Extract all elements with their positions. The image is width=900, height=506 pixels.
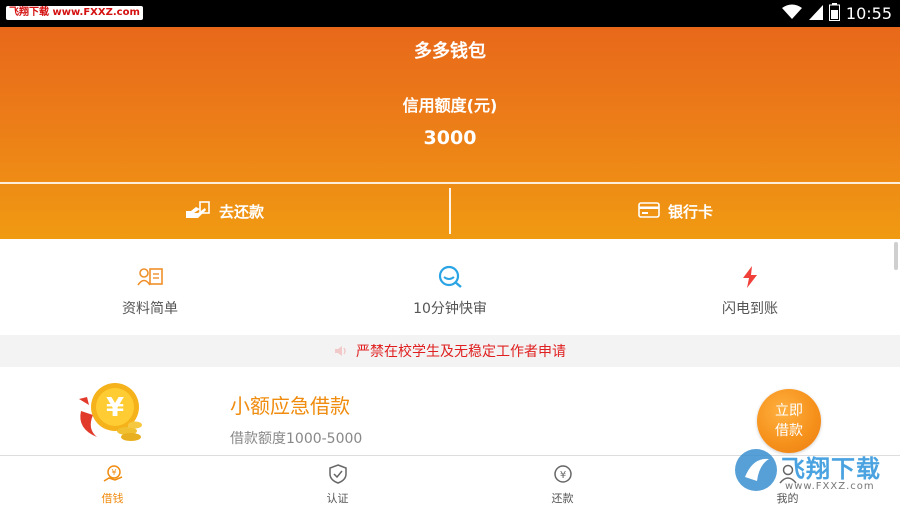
profile-card-icon [137,262,163,292]
svg-text:¥: ¥ [111,468,116,477]
notice-bar: 严禁在校学生及无稳定工作者申请 [0,335,900,367]
watermark-text: 飞翔下载 [781,455,881,483]
nav-repay[interactable]: ¥ 还款 [450,456,675,506]
wallet-header: 多多钱包 信用额度(元) 3000 去还款 银行卡 [0,27,900,239]
feature-label: 资料简单 [122,301,178,317]
nav-verify[interactable]: 认证 [225,456,450,506]
nav-label: 还款 [551,492,574,505]
credit-value: 3000 [423,127,477,149]
credit-label: 信用额度(元) [402,96,498,115]
repay-icon [185,200,211,223]
borrow-now-button[interactable]: 立即借款 [757,389,821,453]
watermark-url: www.FXXZ.com [785,481,875,492]
notice-text: 严禁在校学生及无稳定工作者申请 [356,344,566,360]
bank-card-icon [638,201,660,222]
repay-button[interactable]: 去还款 [0,184,449,239]
wifi-icon [781,4,803,24]
speaker-icon [334,342,348,361]
loan-card[interactable]: ¥ 小额应急借款 借款额度1000-5000 立即借款 [0,368,900,455]
bank-card-label: 银行卡 [667,203,713,221]
watermark-logo-icon [735,449,777,491]
borrow-icon: ¥ [103,464,123,484]
battery-icon [828,2,840,25]
quick-review-icon [437,262,463,292]
status-time: 10:55 [845,4,892,23]
nav-label: 认证 [326,492,349,505]
shield-icon [328,464,347,484]
status-bar: 飞翔下载 www.FXXZ.com 10:55 [0,0,900,27]
feature-simple-info: 资料简单 [0,250,300,330]
source-badge: 飞翔下载 www.FXXZ.com [6,6,143,20]
status-icons: 10:55 [781,2,892,25]
features-row: 资料简单 10分钟快审 闪电到账 [0,250,900,330]
nav-borrow[interactable]: ¥ 借钱 [0,456,225,506]
svg-text:¥: ¥ [106,393,124,423]
feature-label: 10分钟快审 [413,301,487,317]
watermark: 飞翔下载 www.FXXZ.com [733,447,893,495]
nav-label: 借钱 [101,492,124,505]
yuan-coin-icon: ¥ [75,381,147,447]
feature-label: 闪电到账 [722,301,778,317]
app-title: 多多钱包 [414,41,486,62]
repay-icon: ¥ [553,464,573,484]
scrollbar[interactable] [894,242,898,270]
repay-label: 去还款 [218,203,264,221]
header-actions: 去还款 银行卡 [0,184,900,239]
lightning-icon [741,262,759,292]
signal-icon [808,4,823,24]
bank-card-button[interactable]: 银行卡 [451,184,900,239]
feature-quick-review: 10分钟快审 [300,250,600,330]
loan-title: 小额应急借款 [230,394,350,418]
feature-instant-deposit: 闪电到账 [600,250,900,330]
svg-text:¥: ¥ [559,470,565,481]
loan-range: 借款额度1000-5000 [230,431,363,447]
